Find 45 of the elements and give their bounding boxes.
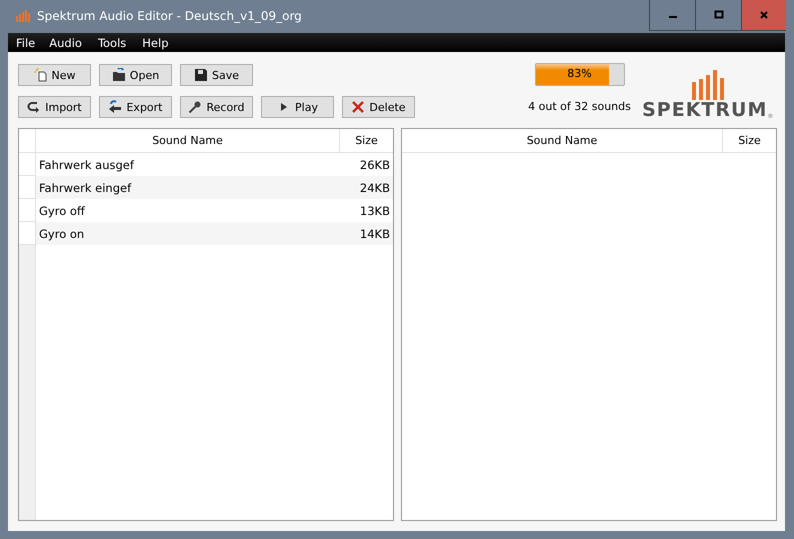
sound-name-cell[interactable]: Fahrwerk eingef	[36, 180, 330, 194]
sound-name-cell[interactable]: Fahrwerk ausgef	[36, 158, 330, 172]
row-header[interactable]	[19, 153, 35, 176]
delete-icon	[351, 100, 366, 114]
size-cell-text: 26KB	[358, 158, 391, 172]
column-header[interactable]: Size	[723, 129, 776, 152]
column-header[interactable]: Size	[340, 129, 393, 152]
size-cell-text: 13KB	[358, 204, 391, 218]
arrow-icon	[108, 100, 122, 114]
menu-item[interactable]: Audio	[49, 36, 90, 50]
maximize-icon	[714, 10, 724, 20]
maximize-button[interactable]	[695, 0, 741, 31]
curved-arrow-icon	[27, 100, 42, 114]
folder-icon	[112, 68, 126, 82]
column-header[interactable]: Sound Name	[36, 129, 340, 152]
logo-text: SPEKTRUM	[642, 100, 768, 120]
menu-item[interactable]: File	[16, 36, 44, 50]
menu-item[interactable]: Help	[142, 36, 176, 50]
sound-name-cell[interactable]: Gyro on	[36, 226, 330, 240]
toolbar-button[interactable]: Play	[261, 96, 334, 118]
size-cell-text: 24KB	[358, 180, 391, 194]
menu-item[interactable]: Tools	[98, 36, 134, 50]
column-header[interactable]: Sound Name	[402, 129, 723, 152]
microphone-icon	[188, 100, 202, 114]
minimize-button[interactable]	[649, 0, 695, 31]
logo-bars-icon	[692, 70, 724, 100]
close-button[interactable]	[741, 0, 786, 31]
progress-bar: 83%	[534, 63, 624, 86]
toolbar-button[interactable]: Save	[180, 64, 253, 86]
toolbar-button[interactable]: Open	[99, 64, 172, 86]
close-icon	[759, 10, 769, 20]
toolbar-button[interactable]: New	[18, 64, 91, 86]
row-header[interactable]	[19, 222, 35, 245]
row-header[interactable]	[19, 199, 35, 222]
app-logo-icon	[16, 10, 30, 22]
toolbar-button[interactable]: Import	[18, 96, 91, 118]
sound-name-cell[interactable]: Gyro off	[36, 204, 330, 218]
window-title: Spektrum Audio Editor - Deutsch_v1_09_org	[37, 9, 302, 23]
row-header[interactable]	[19, 176, 35, 199]
toolbar-button[interactable]: Record	[180, 96, 253, 118]
toolbar-button[interactable]: Delete	[342, 96, 415, 118]
new-file-icon	[34, 68, 48, 82]
sound-count: 4 out of 32 sounds	[528, 100, 631, 113]
toolbar-button[interactable]: Export	[99, 96, 172, 118]
size-cell-text: 14KB	[358, 226, 391, 240]
